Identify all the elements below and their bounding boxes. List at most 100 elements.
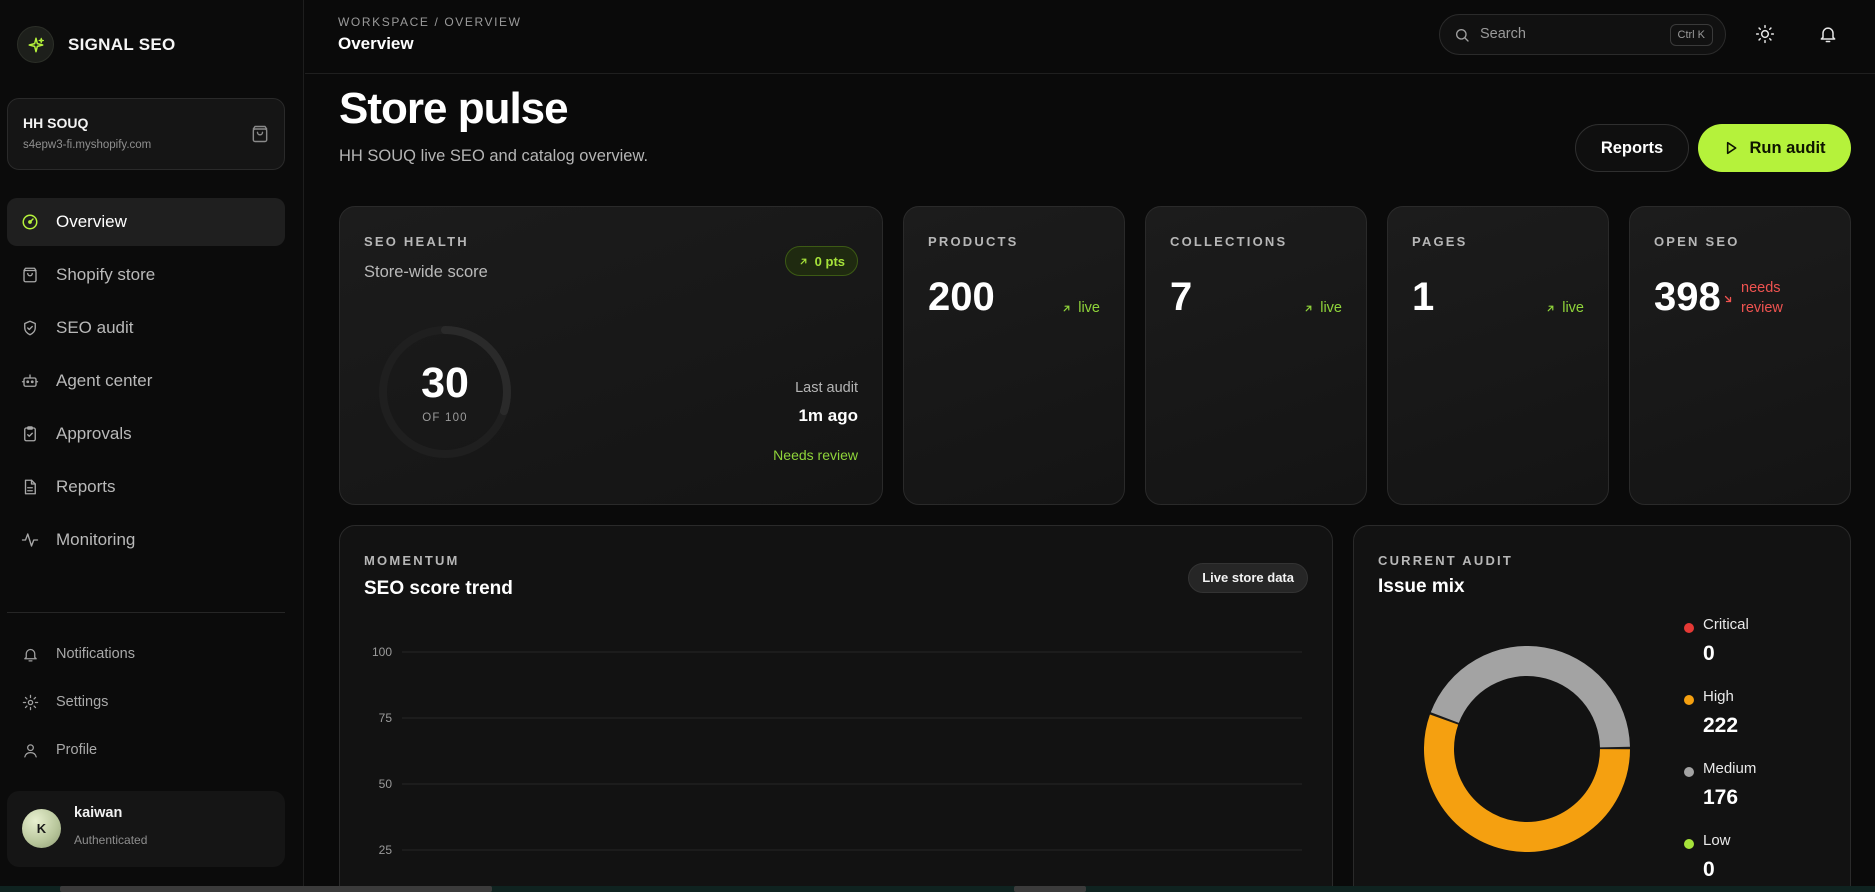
- shield-check-icon: [21, 319, 39, 337]
- user-icon: [21, 741, 39, 759]
- y-tick-label: 100: [372, 645, 392, 659]
- document-icon: [21, 478, 39, 496]
- arrow-up-right-icon: [800, 258, 807, 264]
- nav-label: Shopify store: [56, 265, 156, 284]
- nav-item-agent-center[interactable]: Agent center: [7, 357, 285, 405]
- secondary-nav: Notifications Settings Profile: [7, 630, 285, 774]
- nav-item-shopify-store[interactable]: Shopify store: [7, 251, 285, 299]
- stat-trend-label: live: [1078, 300, 1100, 316]
- play-icon: [1727, 141, 1737, 155]
- nav-label: Profile: [56, 742, 98, 758]
- live-data-badge: Live store data: [1188, 563, 1308, 593]
- legend-swatch: [1684, 839, 1694, 849]
- page-title: Store pulse: [339, 84, 569, 133]
- store-name: HH SOUQ: [23, 115, 89, 131]
- donut-slice-medium: [1430, 646, 1630, 748]
- nav-item-approvals[interactable]: Approvals: [7, 410, 285, 458]
- notifications-button[interactable]: [1815, 21, 1841, 47]
- robot-icon: [21, 372, 39, 390]
- y-tick-label: 25: [379, 843, 393, 857]
- search-icon: [1456, 29, 1469, 42]
- run-audit-label: Run audit: [1749, 138, 1826, 157]
- arrow-down-right-icon: [1724, 295, 1732, 303]
- nav-item-settings[interactable]: Settings: [7, 678, 285, 726]
- momentum-card: MOMENTUM SEO score trend Live store data…: [339, 525, 1333, 892]
- bag-icon: [21, 266, 39, 284]
- app-root: SIGNAL SEO HH SOUQ s4epw3-fi.myshopify.c…: [0, 0, 1875, 892]
- nav-label: SEO audit: [56, 318, 134, 337]
- brand-name: SIGNAL SEO: [68, 34, 176, 54]
- topbar-title: Overview: [338, 34, 414, 53]
- nav-item-notifications[interactable]: Notifications: [7, 630, 285, 678]
- card-title: SEO score trend: [364, 578, 513, 599]
- legend-swatch: [1684, 623, 1694, 633]
- nav-item-reports[interactable]: Reports: [7, 463, 285, 511]
- reports-button[interactable]: Reports: [1575, 124, 1689, 172]
- card-title: Issue mix: [1378, 576, 1465, 597]
- last-audit-value: 1m ago: [798, 406, 858, 425]
- nav-item-monitoring[interactable]: Monitoring: [7, 516, 285, 564]
- nav-label: Monitoring: [56, 530, 136, 549]
- nav-label: Notifications: [56, 646, 135, 662]
- y-tick-label: 50: [379, 777, 393, 791]
- run-audit-button[interactable]: Run audit: [1698, 124, 1851, 172]
- stat-value: 1: [1412, 275, 1435, 319]
- stat-value: 200: [928, 275, 995, 319]
- store-switcher[interactable]: HH SOUQ s4epw3-fi.myshopify.com: [7, 98, 285, 170]
- stat-card-open-seo: OPEN SEO 398 needs review: [1629, 206, 1851, 505]
- scrollbar-thumb[interactable]: [1014, 886, 1086, 892]
- seo-health-card: SEO HEALTH Store-wide score 0 pts 30 OF …: [339, 206, 883, 505]
- sidebar: SIGNAL SEO HH SOUQ s4epw3-fi.myshopify.c…: [0, 0, 304, 892]
- avatar: K: [22, 809, 61, 848]
- bell-icon: [1820, 27, 1836, 43]
- card-kicker: PRODUCTS: [928, 234, 1019, 249]
- stat-card-products: PRODUCTS 200 live: [903, 206, 1125, 505]
- clipboard-check-icon: [21, 425, 39, 443]
- main-nav: Overview Shopify store SEO audit Agent c…: [7, 198, 285, 569]
- card-subtitle: Store-wide score: [364, 263, 488, 281]
- stat-trend: live: [1303, 300, 1342, 316]
- legend-label: Medium: [1703, 760, 1757, 777]
- nav-label: Approvals: [56, 424, 132, 443]
- health-status: Needs review: [773, 447, 858, 463]
- nav-item-seo-audit[interactable]: SEO audit: [7, 304, 285, 352]
- user-name: kaiwan: [74, 805, 123, 821]
- score-delta: 0 pts: [814, 253, 845, 269]
- legend-label: Critical: [1703, 616, 1749, 633]
- sun-icon: [1755, 24, 1775, 44]
- legend-swatch: [1684, 767, 1694, 777]
- y-tick-label: 75: [379, 711, 393, 725]
- nav-item-profile[interactable]: Profile: [7, 726, 285, 774]
- nav-label: Overview: [56, 212, 127, 231]
- legend-label: High: [1703, 688, 1734, 705]
- card-kicker: COLLECTIONS: [1170, 234, 1288, 249]
- user-card[interactable]: K kaiwan Authenticated: [7, 791, 285, 867]
- bell-icon: [21, 645, 39, 663]
- pulse-icon: [21, 531, 39, 549]
- shopping-bag-icon: [252, 125, 268, 143]
- card-kicker: MOMENTUM: [364, 553, 460, 568]
- brand[interactable]: SIGNAL SEO: [17, 26, 176, 63]
- nav-item-overview[interactable]: Overview: [7, 198, 285, 246]
- card-kicker: SEO HEALTH: [364, 234, 469, 249]
- legend-value: 176: [1703, 786, 1739, 809]
- stat-card-collections: COLLECTIONS 7 live: [1145, 206, 1367, 505]
- score-max: OF 100: [422, 412, 468, 424]
- card-kicker: PAGES: [1412, 234, 1468, 249]
- sparkle-logo-icon: [17, 26, 54, 63]
- page-subtitle: HH SOUQ live SEO and catalog overview.: [339, 147, 649, 165]
- search-input[interactable]: Search Ctrl K: [1439, 14, 1726, 55]
- stat-trend: live: [1545, 300, 1584, 316]
- legend-label: Low: [1703, 832, 1731, 849]
- breadcrumb: WORKSPACE / OVERVIEW: [338, 15, 522, 29]
- score-delta-badge: 0 pts: [784, 246, 858, 276]
- arrow-up-right-icon: [1063, 305, 1070, 311]
- scrollbar-thumb[interactable]: [60, 886, 492, 892]
- legend-swatch: [1684, 695, 1694, 705]
- issue-mix-card: CURRENT AUDIT Issue mix Critical 0 High …: [1353, 525, 1851, 892]
- theme-toggle-button[interactable]: [1752, 21, 1778, 47]
- user-status: Authenticated: [74, 833, 148, 847]
- arrow-up-right-icon: [1305, 305, 1312, 311]
- legend-value: 222: [1703, 714, 1739, 737]
- nav-label: Settings: [56, 694, 109, 710]
